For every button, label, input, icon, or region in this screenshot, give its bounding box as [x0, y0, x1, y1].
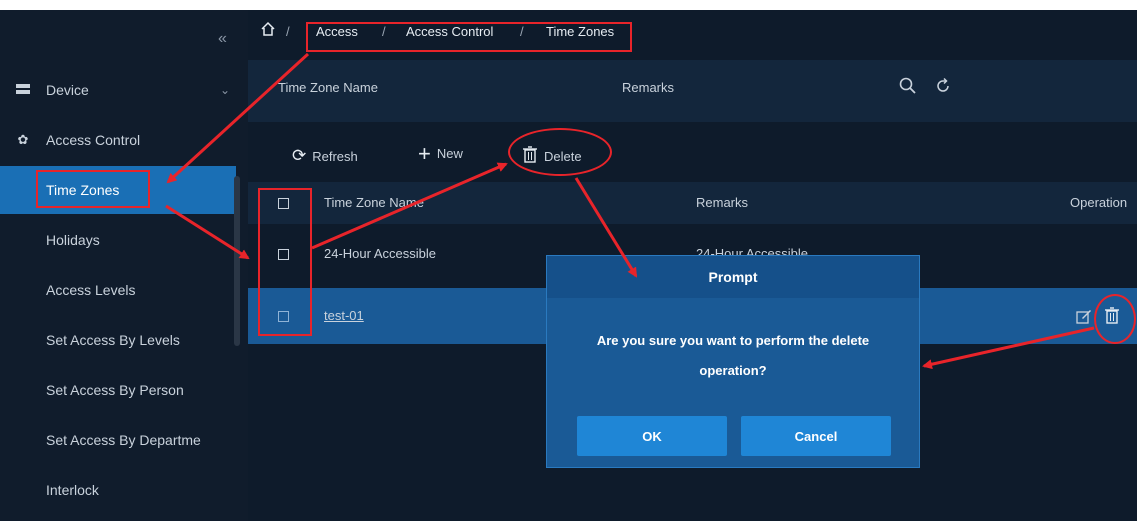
app-window: « Device ⌄ ✿ Access Control Time Zones H… — [0, 10, 1137, 521]
annotation-arrows — [165, 52, 1095, 370]
